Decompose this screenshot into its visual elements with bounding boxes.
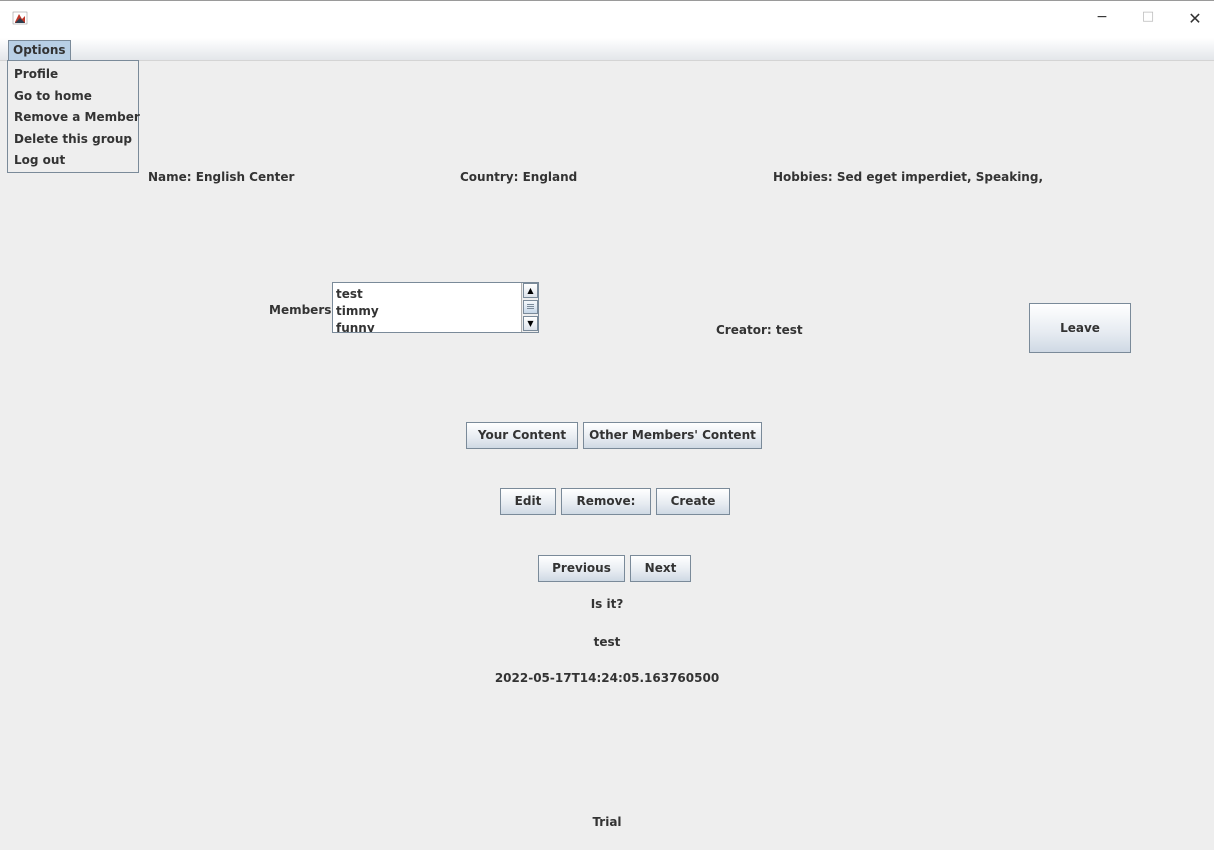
menu-item-profile[interactable]: Profile (14, 64, 58, 84)
list-item[interactable]: timmy (336, 303, 379, 320)
menu-item-remove-member[interactable]: Remove a Member (14, 107, 140, 127)
creator-label: Creator: test (716, 323, 803, 337)
create-button[interactable]: Create (656, 488, 730, 515)
next-button[interactable]: Next (630, 555, 691, 582)
list-item[interactable]: test (336, 286, 363, 303)
previous-button[interactable]: Previous (538, 555, 625, 582)
group-country-label: Country: England (460, 170, 578, 184)
menu-bar (0, 38, 1214, 61)
group-name-label: Name: English Center (148, 170, 295, 184)
menu-item-delete-group[interactable]: Delete this group (14, 129, 132, 149)
members-list[interactable]: test timmy funny ▲ ▼ (332, 282, 539, 333)
edit-button[interactable]: Edit (500, 488, 556, 515)
menu-options[interactable]: Options (8, 40, 71, 61)
arrow-down-icon[interactable]: ▼ (523, 316, 538, 331)
close-button[interactable]: ✕ (1183, 9, 1207, 29)
members-scrollbar[interactable]: ▲ ▼ (521, 283, 538, 332)
menu-item-log-out[interactable]: Log out (14, 150, 65, 170)
members-label: Members: (269, 303, 337, 317)
java-cup-icon (12, 11, 28, 25)
options-popup-menu: Profile Go to home Remove a Member Delet… (7, 60, 140, 173)
list-item[interactable]: funny (336, 320, 375, 332)
content-timestamp: 2022-05-17T14:24:05.163760500 (494, 671, 720, 685)
arrow-up-icon[interactable]: ▲ (523, 283, 538, 298)
menu-item-go-to-home[interactable]: Go to home (14, 86, 92, 106)
content-title: Is it? (590, 597, 624, 611)
scrollbar-thumb[interactable] (523, 300, 538, 314)
content-author: test (593, 635, 621, 649)
group-hobbies-label: Hobbies: Sed eget imperdiet, Speaking, (773, 170, 1043, 184)
other-members-content-button[interactable]: Other Members' Content (583, 422, 762, 449)
content-footer: Trial (592, 815, 622, 829)
leave-button[interactable]: Leave (1029, 303, 1131, 353)
your-content-button[interactable]: Your Content (466, 422, 578, 449)
maximize-button[interactable]: □ (1136, 9, 1160, 29)
remove-button[interactable]: Remove: (561, 488, 651, 515)
minimize-button[interactable]: − (1090, 9, 1114, 29)
title-bar: − □ ✕ (0, 0, 1214, 39)
